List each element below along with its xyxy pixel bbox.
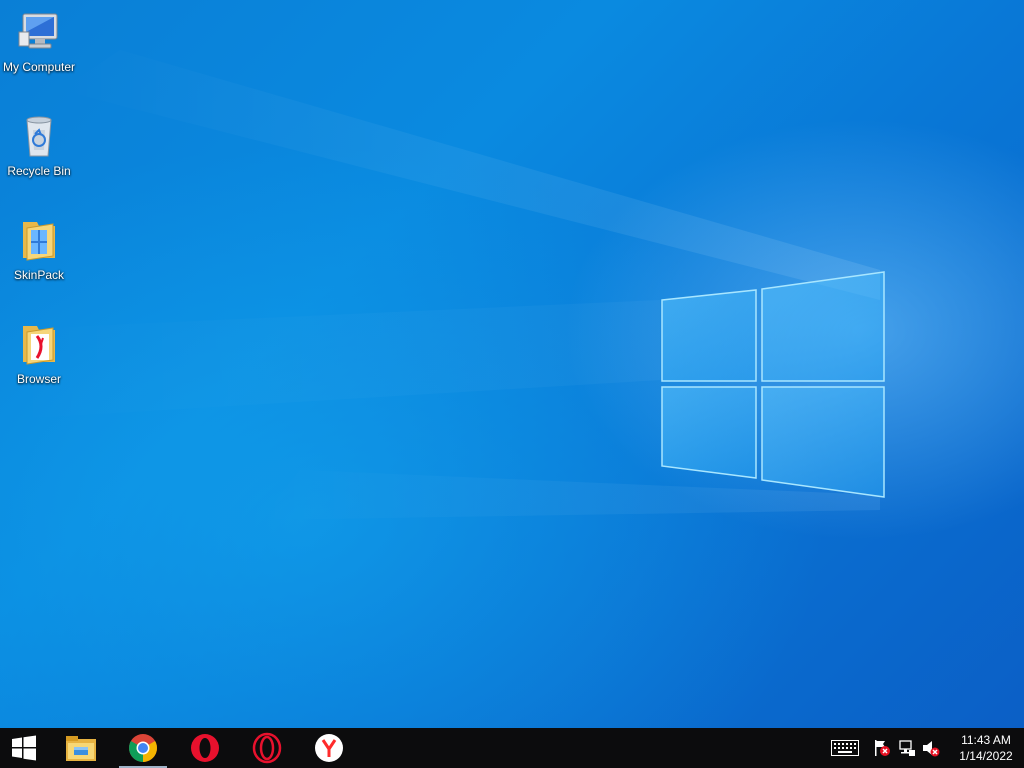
opera-gx-icon (252, 732, 282, 764)
yandex-icon (315, 734, 343, 762)
windows-logo-wallpaper (661, 271, 885, 498)
chrome-icon (129, 734, 157, 762)
taskbar-file-explorer[interactable] (53, 728, 109, 768)
taskbar-opera[interactable] (177, 728, 233, 768)
opera-icon (191, 734, 219, 762)
desktop-icon-browser[interactable]: Browser (0, 320, 78, 386)
start-icon (12, 735, 36, 761)
desktop-icon-label: Browser (16, 372, 61, 386)
desktop-icon-label: My Computer (2, 60, 76, 74)
file-explorer-icon (66, 736, 96, 761)
start-button[interactable] (0, 728, 48, 768)
computer-icon (18, 13, 58, 49)
volume-muted-icon (923, 741, 940, 757)
action-center-flag-icon (875, 740, 890, 756)
clock[interactable]: 11:43 AM 1/14/2022 (948, 728, 1024, 768)
folder-icon (23, 222, 55, 261)
wallpaper (0, 50, 885, 520)
tray-action-center[interactable] (872, 738, 892, 758)
desktop-icon-label: Recycle Bin (7, 164, 71, 178)
desktop-icon-skinpack[interactable]: SkinPack (0, 216, 78, 282)
tray-volume[interactable] (921, 738, 941, 758)
desktop-icon-my-computer[interactable]: My Computer (0, 8, 78, 74)
folder-icon (23, 326, 55, 365)
recycle-bin-icon (26, 116, 52, 157)
desktop[interactable]: My Computer Recycle Bin SkinPack Browser (0, 0, 1024, 728)
taskbar-opera-gx[interactable] (239, 728, 295, 768)
desktop-icon-recycle-bin[interactable]: Recycle Bin (0, 112, 78, 178)
keyboard-icon (831, 740, 859, 756)
network-icon (899, 740, 915, 756)
desktop-icon-label: SkinPack (13, 268, 65, 282)
tray-keyboard[interactable] (830, 738, 860, 758)
taskbar-yandex[interactable] (301, 728, 357, 768)
tray-network[interactable] (897, 738, 917, 758)
clock-time: 11:43 AM (961, 733, 1011, 747)
clock-date: 1/14/2022 (959, 749, 1013, 763)
taskbar: 11:43 AM 1/14/2022 (0, 728, 1024, 768)
taskbar-chrome[interactable] (115, 728, 171, 768)
